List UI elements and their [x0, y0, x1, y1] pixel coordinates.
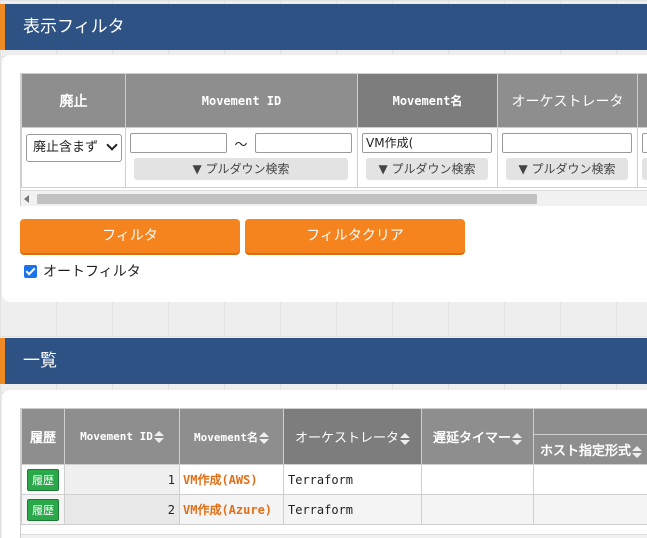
movement-id-from-input[interactable] — [130, 133, 227, 153]
filter-horizontal-scrollbar[interactable] — [21, 190, 647, 206]
filter-button[interactable]: フィルタ — [20, 219, 240, 253]
auto-filter-checkbox[interactable] — [24, 264, 37, 278]
orchestrator-pulldown-button[interactable]: ▼ プルダウン検索 — [506, 158, 628, 180]
list-col-host-spec[interactable]: ホスト指定形式 — [533, 434, 647, 465]
movement-name-link[interactable]: VM作成(Azure) — [183, 503, 272, 517]
list-col-movement-id-label: Movement ID — [80, 430, 153, 443]
list-horizontal-scrollbar[interactable] — [21, 534, 647, 538]
range-separator: ～ — [234, 137, 248, 153]
list-section-header: 一覧 — [0, 338, 647, 384]
filter-cell-movement-name: VM作成( ▼ プルダウン検索 — [357, 127, 498, 188]
sort-icon[interactable] — [153, 431, 164, 443]
filter-cell-movement-id: ～ ▼ プルダウン検索 — [125, 127, 358, 188]
filter-table-wrap: 廃止 Movement ID Movement名 オーケストレータ 廃止含まず — [20, 73, 647, 206]
host-spec-cell — [533, 494, 647, 525]
filter-card: 廃止 Movement ID Movement名 オーケストレータ 廃止含まず — [2, 55, 647, 302]
list-col-host-spec-label: ホスト指定形式 — [540, 444, 632, 459]
list-section-title: 一覧 — [23, 351, 57, 371]
scroll-left-arrow-icon[interactable] — [24, 195, 29, 203]
filter-cell-discard: 廃止含まず — [21, 127, 126, 188]
movement-id-cell: 1 — [64, 464, 180, 495]
list-table: 履歴 Movement ID Movement名 オーケストレータ 遅延タイマー… — [21, 408, 647, 525]
filter-col-movement-name-label: Movement名 — [392, 94, 463, 108]
filter-col-movement-id: Movement ID — [125, 73, 358, 128]
list-col-movement-name-label: Movement名 — [194, 430, 258, 444]
table-row: 履歴 1 VM作成(AWS) Terraform — [21, 464, 647, 495]
host-spec-cell — [533, 464, 647, 495]
list-table-wrap: 履歴 Movement ID Movement名 オーケストレータ 遅延タイマー… — [20, 408, 647, 538]
filter-cell-orchestrator: ▼ プルダウン検索 — [497, 127, 638, 188]
sort-icon[interactable] — [512, 432, 522, 445]
orchestrator-cell: Terraform — [283, 494, 422, 525]
scroll-thumb[interactable] — [37, 194, 537, 204]
history-cell: 履歴 — [21, 464, 65, 495]
extra-input[interactable] — [642, 133, 647, 153]
sort-icon[interactable] — [258, 431, 269, 444]
filter-section-title: 表示フィルタ — [23, 17, 125, 37]
extra-pulldown-button[interactable] — [642, 158, 647, 180]
delay-timer-cell — [421, 464, 534, 495]
discard-select[interactable]: 廃止含まず — [26, 134, 122, 162]
discard-select-value: 廃止含まず — [33, 140, 99, 155]
sort-icon[interactable] — [400, 432, 410, 445]
delay-timer-cell — [421, 494, 534, 525]
orchestrator-input[interactable] — [502, 133, 632, 153]
list-col-history: 履歴 — [21, 408, 65, 465]
list-col-group-top — [533, 408, 647, 435]
list-col-movement-id[interactable]: Movement ID — [64, 408, 180, 465]
filter-table: 廃止 Movement ID Movement名 オーケストレータ 廃止含まず — [21, 73, 647, 188]
auto-filter-row: オートフィルタ — [24, 261, 141, 281]
filter-section-header: 表示フィルタ — [0, 4, 647, 50]
movement-name-input[interactable]: VM作成( — [362, 133, 492, 153]
sort-icon[interactable] — [632, 445, 643, 458]
filter-col-orchestrator: オーケストレータ — [497, 73, 638, 128]
movement-name-pulldown-button[interactable]: ▼ プルダウン検索 — [366, 158, 488, 180]
filter-col-movement-name: Movement名 — [357, 73, 498, 128]
auto-filter-label[interactable]: オートフィルタ — [43, 261, 141, 281]
table-row: 履歴 2 VM作成(Azure) Terraform — [21, 494, 647, 525]
movement-id-pulldown-button[interactable]: ▼ プルダウン検索 — [134, 158, 348, 180]
history-cell: 履歴 — [21, 494, 65, 525]
list-card: 履歴 Movement ID Movement名 オーケストレータ 遅延タイマー… — [2, 390, 647, 538]
list-col-orchestrator[interactable]: オーケストレータ — [283, 408, 422, 465]
filter-col-discard: 廃止 — [21, 73, 126, 128]
filter-col-extra — [637, 73, 647, 128]
history-button[interactable]: 履歴 — [27, 498, 59, 521]
movement-id-to-input[interactable] — [255, 133, 352, 153]
history-button[interactable]: 履歴 — [27, 468, 59, 491]
chevron-down-icon — [106, 139, 118, 151]
orchestrator-cell: Terraform — [283, 464, 422, 495]
list-col-delay-timer[interactable]: 遅延タイマー — [421, 408, 534, 465]
list-col-movement-name[interactable]: Movement名 — [179, 408, 284, 465]
movement-name-cell: VM作成(Azure) — [179, 494, 284, 525]
movement-id-cell: 2 — [64, 494, 180, 525]
filter-clear-button[interactable]: フィルタクリア — [245, 219, 465, 253]
filter-cell-extra — [637, 127, 647, 188]
list-col-orchestrator-label: オーケストレータ — [294, 431, 399, 446]
list-col-delay-timer-label: 遅延タイマー — [432, 431, 511, 446]
movement-name-cell: VM作成(AWS) — [179, 464, 284, 495]
movement-name-link[interactable]: VM作成(AWS) — [183, 473, 258, 487]
